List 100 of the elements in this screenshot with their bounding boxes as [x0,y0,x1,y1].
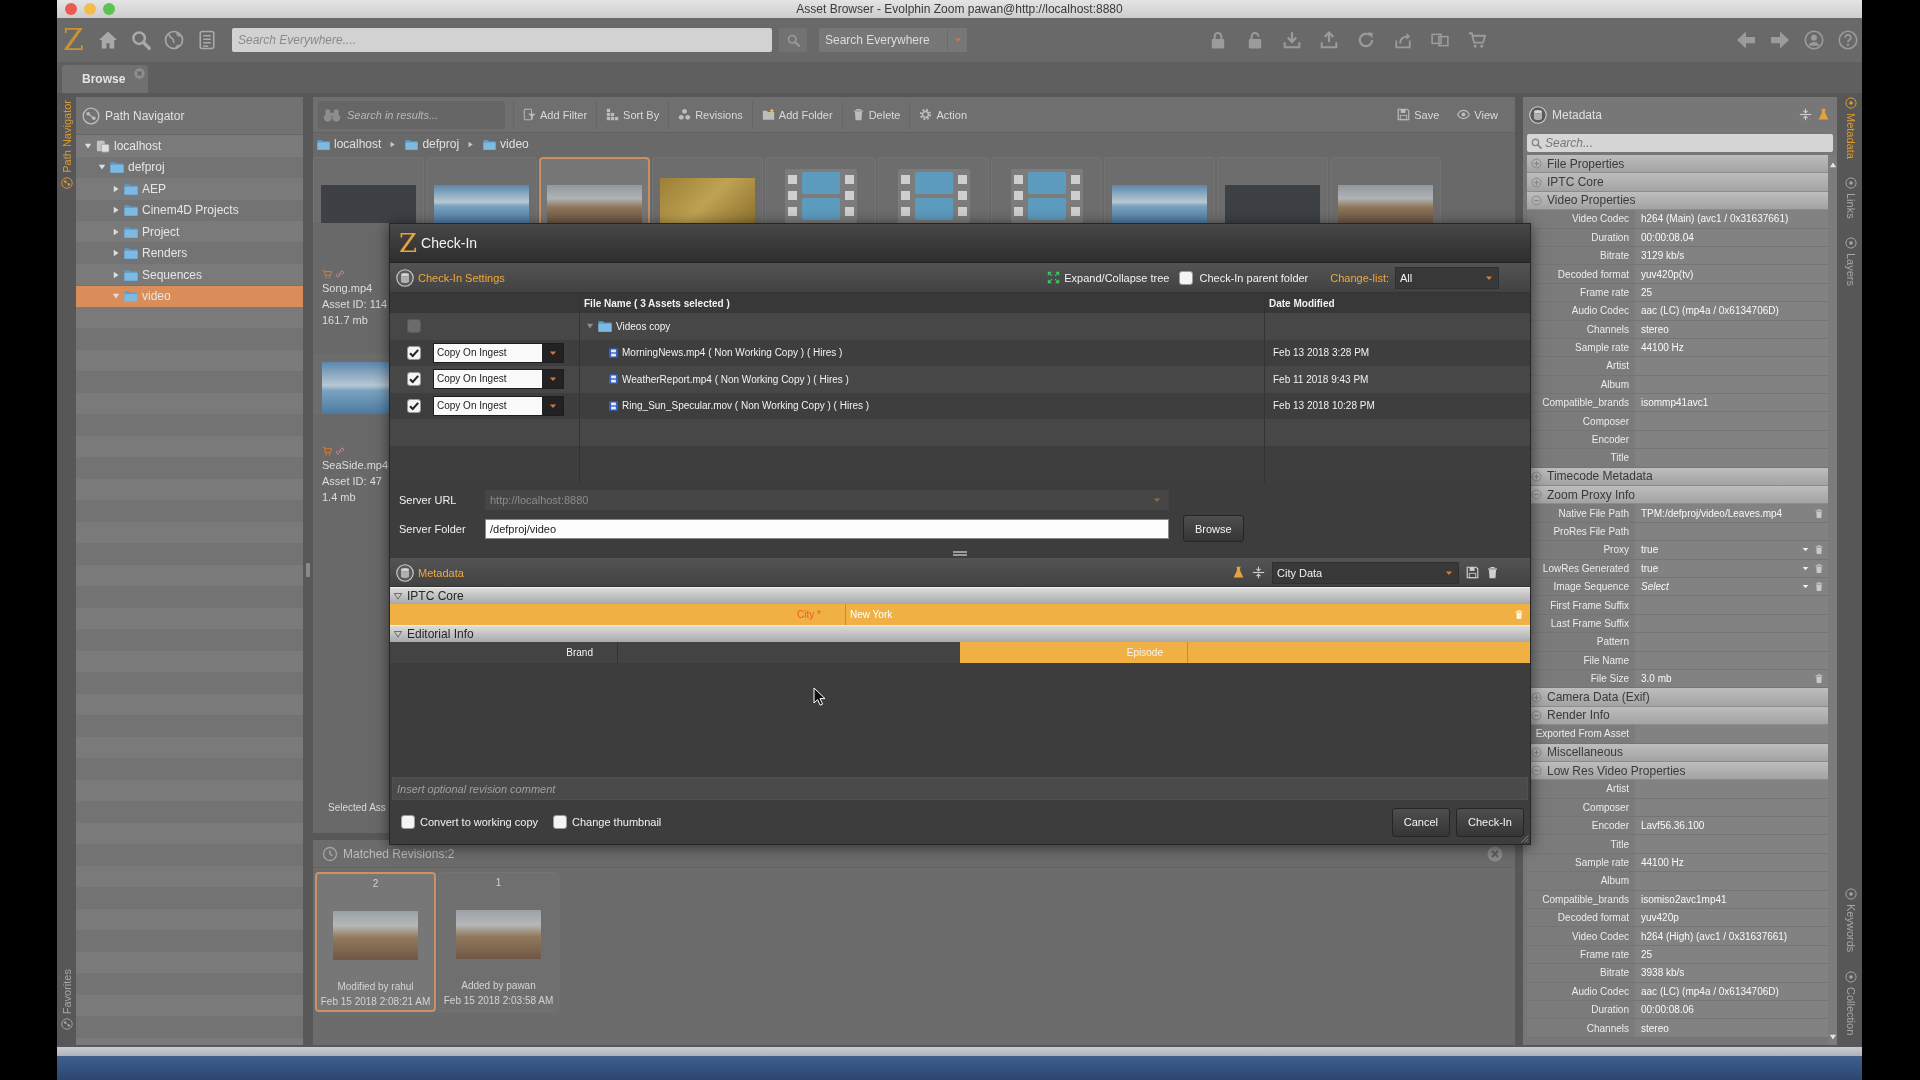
collapse-icon[interactable] [1252,566,1265,579]
resize-handle[interactable] [1518,832,1529,843]
scope-dropdown[interactable]: Search Everywhere [819,28,967,52]
cart-icon[interactable] [322,269,332,279]
download-icon[interactable] [1283,31,1301,49]
arrow-up-icon[interactable] [1828,161,1837,169]
value-field[interactable]: TPM:/defproj/video/Leaves.mp4 [1635,504,1828,522]
upload-icon[interactable] [1320,31,1338,49]
expand-collapse-button[interactable]: Expand/Collapse tree [1047,271,1170,284]
asset-card[interactable] [313,157,424,223]
value-field[interactable] [1635,449,1828,467]
tree-item[interactable]: Sequences [76,264,303,286]
search-field[interactable]: Search in results... [318,100,505,129]
value-field[interactable]: 3938 kb/s [1635,964,1828,982]
collapse-icon[interactable] [1799,108,1812,121]
tree-item[interactable]: Project [76,221,303,243]
value-field[interactable]: Lavf56.36.100 [1635,817,1828,835]
toolbar-button[interactable]: Add Folder [751,100,842,129]
list-icon[interactable] [197,30,217,50]
splitter-handle[interactable] [306,563,310,577]
asset-card[interactable] [426,157,537,223]
value-field[interactable] [618,642,960,663]
search-button[interactable] [779,28,807,52]
caret-right-icon[interactable] [112,206,120,215]
toolbar-button[interactable]: Add Filter [513,100,597,129]
side-tab[interactable]: Path Navigator [60,100,73,189]
breadcrumb-item[interactable]: video [482,137,529,151]
checkbox[interactable] [401,815,415,829]
side-tab[interactable]: Collection [1845,970,1857,1035]
toolbar-button[interactable]: Delete [841,100,910,129]
value-field[interactable] [1188,642,1530,663]
mode-dropdown[interactable]: Copy On Ingest [433,342,564,363]
toolbar-button[interactable]: View [1448,100,1507,129]
side-tab[interactable]: Layers [1845,236,1857,286]
window-minimize-button[interactable] [84,3,96,15]
browse-button[interactable]: Browse [1183,515,1244,542]
asset-card[interactable] [1330,157,1441,223]
search-field[interactable]: Search... [1527,134,1833,152]
globe-icon[interactable] [164,30,184,50]
cart-icon[interactable] [1468,31,1486,49]
comment-field[interactable]: Insert optional revision comment [392,777,1528,800]
link-icon[interactable] [335,446,345,456]
caret-down-icon[interactable] [98,163,106,172]
share-icon[interactable] [1394,31,1412,49]
value-field[interactable]: true [1635,541,1828,559]
caret-right-icon[interactable] [112,249,120,258]
scrollbar[interactable] [1828,155,1837,1045]
asset-card[interactable] [991,157,1102,223]
toolbar-button[interactable]: Sort By [596,100,669,129]
arrow-down-icon[interactable] [1828,1033,1837,1041]
mode-dropdown[interactable]: Copy On Ingest [433,395,564,416]
caret-down-icon[interactable] [112,292,120,301]
value-field[interactable]: yuv420p [1635,909,1828,927]
change-list-dropdown[interactable]: All [1395,266,1499,289]
caret-right-icon[interactable] [112,270,120,279]
value-field[interactable]: stereo [1635,1019,1828,1037]
text-field[interactable]: /defproj/video [485,518,1169,539]
tab[interactable]: Browse [62,65,148,93]
window-close-button[interactable] [65,3,77,15]
trash-icon[interactable] [1486,566,1499,579]
unlock-icon[interactable] [1246,31,1264,49]
forward-arrow-icon[interactable] [1770,30,1790,50]
checkbox[interactable] [1179,270,1194,285]
toolbar-button[interactable]: Revisions [668,100,752,129]
search-icon[interactable] [131,30,151,50]
asset-card[interactable] [1104,157,1215,223]
back-arrow-icon[interactable] [1736,30,1756,50]
checkbox[interactable] [553,815,567,829]
flask-icon[interactable] [1232,566,1245,579]
template-dropdown[interactable]: City Data [1272,561,1459,584]
breadcrumb-item[interactable]: localhost [316,137,382,151]
tree-item[interactable]: AEP [76,178,303,200]
breadcrumb-item[interactable]: defproj [404,137,460,151]
section-header[interactable]: IPTC Core [1527,173,1828,192]
link-icon[interactable] [335,269,345,279]
checkbox[interactable] [407,398,421,413]
asset-card[interactable] [652,157,763,223]
value-field[interactable]: h264 (Main) (avc1 / 0x31637661) [1635,210,1828,228]
asset-card[interactable] [765,157,876,223]
group-header[interactable]: IPTC Core [390,587,1530,604]
toolbar-button[interactable]: Save [1388,100,1449,129]
dialog-button[interactable]: Cancel [1391,807,1450,837]
checkbox[interactable] [407,372,421,387]
side-tab[interactable]: Favorites [60,968,73,1030]
side-tab[interactable]: Links [1845,176,1857,219]
asset-card[interactable] [313,354,389,414]
flask-icon[interactable] [1817,108,1830,121]
lock-icon[interactable] [1209,31,1227,49]
group-header[interactable]: Editorial Info [390,625,1530,642]
value-field[interactable]: h264 (High) (avc1 / 0x31637661) [1635,927,1828,945]
help-icon[interactable] [1838,30,1858,50]
splitter-handle[interactable] [953,551,967,556]
tree-item[interactable]: Cinem4D Projects [76,199,303,221]
checkbox[interactable] [407,345,421,360]
value-field[interactable]: isommp41avc1 [1635,394,1828,412]
tree-item[interactable]: video [76,285,303,307]
caret-down-icon[interactable] [84,141,92,150]
tree-item[interactable]: localhost [76,135,303,157]
save-icon[interactable] [1466,566,1479,579]
tree-item[interactable]: defproj [76,156,303,178]
